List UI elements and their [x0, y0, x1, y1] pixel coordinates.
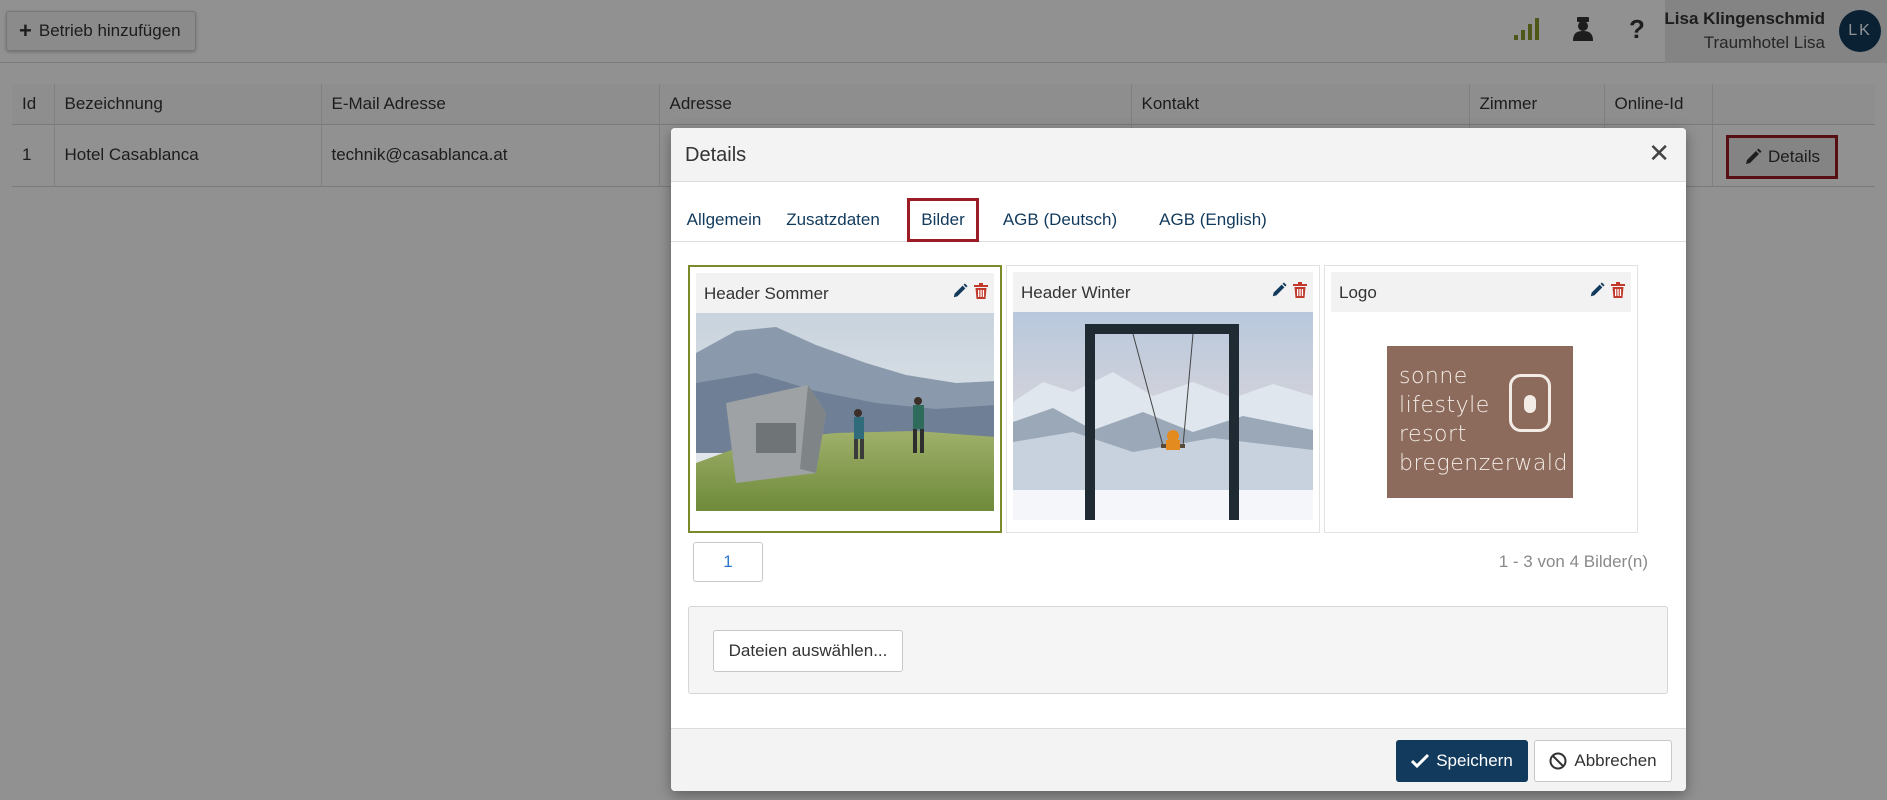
logo-badge-icon: [1509, 374, 1551, 432]
image-card-title: Header Winter: [1021, 283, 1131, 302]
logo-text-line: bregenzerwald: [1399, 451, 1568, 476]
tab-bilder[interactable]: Bilder: [907, 198, 979, 242]
edit-icon[interactable]: [1271, 282, 1287, 298]
image-card[interactable]: Logo sonne lifestyle resort bregenzerwal…: [1324, 265, 1638, 533]
modal-footer: Speichern Abbrechen: [671, 728, 1686, 791]
trash-icon[interactable]: [974, 283, 988, 299]
image-card[interactable]: Header Winter: [1006, 265, 1320, 533]
image-card-title: Header Sommer: [704, 284, 829, 303]
upload-area: Dateien auswählen...: [688, 606, 1668, 694]
cancel-button[interactable]: Abbrechen: [1534, 740, 1672, 782]
check-icon: [1411, 753, 1430, 769]
tab-zusatzdaten[interactable]: Zusatzdaten: [781, 198, 885, 242]
tab-agb-english[interactable]: AGB (English): [1135, 198, 1291, 242]
tab-agb-deutsch[interactable]: AGB (Deutsch): [991, 198, 1129, 242]
logo-image: sonne lifestyle resort bregenzerwald: [1331, 312, 1631, 520]
tab-allgemein[interactable]: Allgemein: [681, 198, 767, 242]
image-card-header: Logo: [1331, 272, 1631, 312]
save-button[interactable]: Speichern: [1396, 740, 1528, 782]
edit-icon[interactable]: [952, 283, 968, 299]
trash-icon[interactable]: [1293, 282, 1307, 298]
pagination-page-button[interactable]: 1: [693, 542, 763, 582]
ban-icon: [1549, 752, 1567, 770]
image-card-header: Header Sommer: [696, 273, 994, 313]
image-card-title: Logo: [1339, 283, 1377, 302]
close-icon[interactable]: ✕: [1648, 140, 1670, 166]
trash-icon[interactable]: [1611, 282, 1625, 298]
modal-title: Details: [685, 144, 747, 166]
modal-header: Details ✕: [671, 128, 1686, 182]
details-modal: Details ✕ Allgemein Zusatzdaten Bilder A…: [671, 128, 1686, 791]
cancel-label: Abbrechen: [1574, 751, 1657, 770]
image-card[interactable]: Header Sommer: [688, 265, 1002, 533]
image-card-header: Header Winter: [1013, 272, 1313, 312]
pagination-info: 1 - 3 von 4 Bilder(n): [1498, 552, 1648, 571]
summer-photo: [696, 313, 994, 519]
resort-logo: sonne lifestyle resort bregenzerwald: [1387, 346, 1573, 498]
modal-tabs: Allgemein Zusatzdaten Bilder AGB (Deutsc…: [671, 198, 1686, 242]
winter-photo: [1013, 312, 1313, 520]
select-files-button[interactable]: Dateien auswählen...: [713, 630, 903, 672]
save-label: Speichern: [1436, 751, 1513, 770]
edit-icon[interactable]: [1589, 282, 1605, 298]
